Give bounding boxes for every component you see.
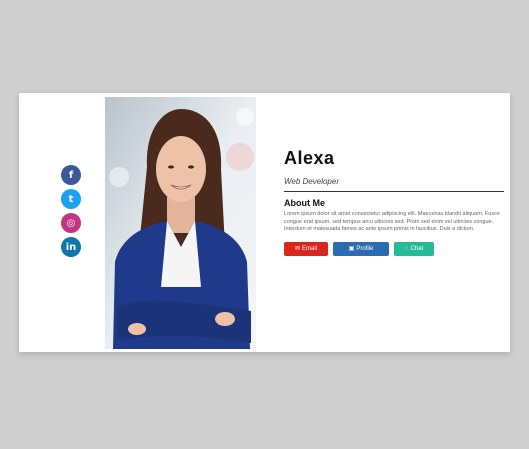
chat-icon: ◌ xyxy=(404,245,409,252)
profile-info: Alexa Web Developer About Me Lorem ipsum… xyxy=(284,148,504,256)
profile-name: Alexa xyxy=(284,148,335,168)
about-title: About Me xyxy=(284,198,325,208)
user-icon: ▣ xyxy=(348,246,355,252)
profile-button[interactable]: ▣ Profile xyxy=(333,241,389,256)
instagram-glyph: ◎ xyxy=(66,217,76,229)
profile-role: Web Developer xyxy=(284,177,504,192)
profile-card: f t ◎ in Alexa Web Developer About Me Lo… xyxy=(19,93,510,352)
linkedin-icon[interactable]: in xyxy=(61,237,81,257)
email-label: Email xyxy=(302,245,318,252)
action-buttons: ✉ Email ▣ Profile ◌ Chat xyxy=(284,241,504,256)
email-button[interactable]: ✉ Email xyxy=(284,241,328,256)
facebook-icon[interactable]: f xyxy=(61,165,81,185)
profile-label: Profile xyxy=(356,245,374,252)
chat-button[interactable]: ◌ Chat xyxy=(394,241,434,256)
social-links: f t ◎ in xyxy=(61,165,83,261)
about-text: Lorem ipsum dolor sit amet consectetur a… xyxy=(284,211,500,232)
profile-photo xyxy=(105,97,256,349)
twitter-glyph: t xyxy=(68,193,74,205)
linkedin-glyph: in xyxy=(65,241,77,253)
twitter-icon[interactable]: t xyxy=(61,189,81,209)
chat-label: Chat xyxy=(410,245,424,252)
facebook-glyph: f xyxy=(68,169,74,181)
envelope-icon: ✉ xyxy=(294,246,300,252)
instagram-icon[interactable]: ◎ xyxy=(61,213,81,233)
